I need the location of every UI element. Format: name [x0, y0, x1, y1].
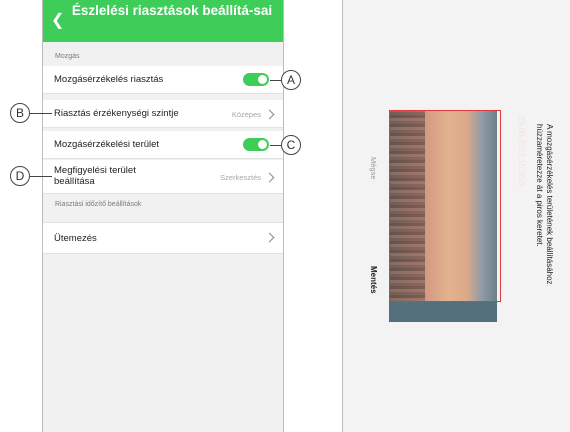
settings-screen: ❮ Észlelési riasztások beállítá-sai Mozg…	[42, 0, 284, 432]
motion-area-toggle[interactable]	[243, 138, 269, 151]
header-bar: ❮ Észlelési riasztások beállítá-sai	[43, 0, 283, 42]
callout-c: C	[281, 135, 301, 155]
motion-area-row: Mozgásérzékelési terület	[43, 131, 283, 159]
save-button[interactable]: Mentés	[369, 266, 378, 294]
callout-d-line	[30, 176, 52, 177]
section-label-timer: Riasztási időzítő beállítások	[55, 201, 142, 208]
motion-alarm-row: Mozgásérzékelés riasztás	[43, 66, 283, 94]
page-title: Észlelési riasztások beállítá-sai	[71, 3, 273, 18]
motion-alarm-toggle[interactable]	[243, 73, 269, 86]
schedule-row[interactable]: Ütemezés	[43, 222, 283, 254]
motion-alarm-label: Mozgásérzékelés riasztás	[54, 74, 164, 85]
area-editor-screen: 29-09-2021 15:56:3 A mozgásérzékelés ter…	[342, 0, 570, 432]
motion-area-label: Mozgásérzékelési terület	[54, 139, 160, 150]
observe-area-label-line1: Megfigyelési terület	[54, 165, 136, 176]
callout-a: A	[281, 70, 301, 90]
detection-area-frame[interactable]	[389, 110, 501, 302]
cancel-button[interactable]: Mégse	[369, 157, 378, 180]
sensitivity-row[interactable]: Riasztás érzékenységi szintje Közepes	[43, 100, 283, 128]
callout-d: D	[10, 166, 30, 186]
callout-b-line	[30, 113, 52, 114]
foreground-image	[389, 302, 497, 322]
sensitivity-label: Riasztás érzékenységi szintje	[54, 108, 179, 119]
chevron-right-icon	[264, 172, 275, 183]
observe-area-label-line2: beállítása	[54, 176, 95, 187]
schedule-label: Ütemezés	[54, 233, 97, 244]
chevron-left-icon[interactable]: ❮	[51, 13, 64, 29]
chevron-right-icon	[264, 109, 275, 120]
instruction-line1: A mozgásérzékelés területének beállításá…	[545, 124, 554, 285]
instruction-line2: húzzaméretezze át a piros keretet.	[535, 124, 544, 247]
callout-b: B	[10, 103, 30, 123]
sensitivity-value: Közepes	[231, 110, 261, 119]
instruction-text: A mozgásérzékelés területének beállításá…	[534, 124, 554, 285]
observe-area-row[interactable]: Megfigyelési terület beállítása Szerkesz…	[43, 160, 283, 194]
chevron-right-icon	[264, 232, 275, 243]
camera-timestamp: 29-09-2021 15:56:3	[517, 116, 526, 186]
observe-area-value: Szerkesztés	[220, 173, 261, 182]
section-label-motion: Mozgás	[55, 53, 80, 60]
